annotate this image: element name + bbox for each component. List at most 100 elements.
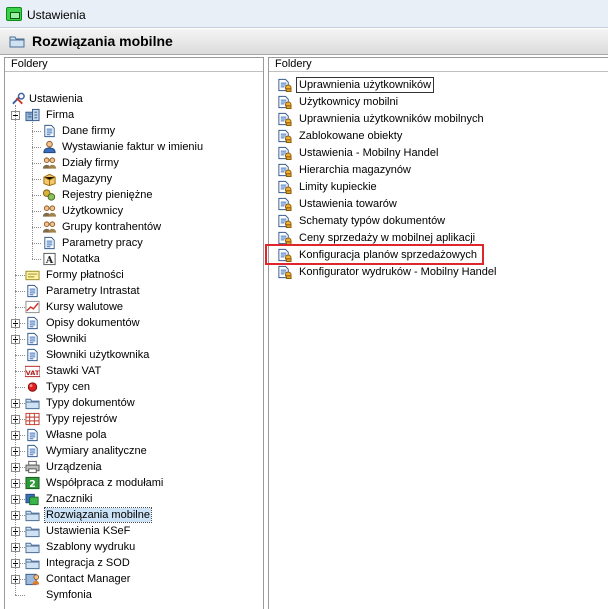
tree-item-ustawienia-ksef[interactable]: Ustawienia KSeF xyxy=(5,523,263,539)
person-icon xyxy=(42,140,57,154)
settings-doc-icon xyxy=(277,95,292,110)
tree-item-firma-child[interactable]: Użytkownicy xyxy=(5,203,263,219)
tree-item-label: Typy cen xyxy=(46,381,91,393)
tree-item-label: Opisy dokumentów xyxy=(46,317,140,329)
tree-item-integracja-z-sod[interactable]: Integracja z SOD xyxy=(5,555,263,571)
tree-item-label: Kursy walutowe xyxy=(46,301,124,313)
tree-item-firma-child[interactable]: A Notatka xyxy=(5,251,263,267)
folder-icon xyxy=(25,556,40,570)
list-item-label: Ustawienia towarów xyxy=(299,198,397,210)
document-icon xyxy=(25,316,40,330)
list-item-label: Zablokowane obiekty xyxy=(299,130,403,142)
svg-text:2: 2 xyxy=(29,479,36,490)
tree-item-label: Rejestry pieniężne xyxy=(62,189,153,201)
tree-item-stawki-vat[interactable]: VAT Stawki VAT xyxy=(5,363,263,379)
tree-item-label: Urządzenia xyxy=(46,461,102,473)
tree-item-label: Użytkownicy xyxy=(62,205,124,217)
tree-item-label: Integracja z SOD xyxy=(46,557,130,569)
tree-item-parametry-intrastat[interactable]: Parametry Intrastat xyxy=(5,283,263,299)
settings-doc-icon xyxy=(277,180,292,195)
settings-doc-icon xyxy=(277,163,292,178)
tree-item-firma-child[interactable]: Działy firmy xyxy=(5,155,263,171)
tree-item-firma-child[interactable]: Rejestry pieniężne xyxy=(5,187,263,203)
box-icon xyxy=(42,172,57,187)
folder-tree-pane[interactable]: Foldery Ustawienia Firma Dane firmy Wystawi… xyxy=(4,57,264,609)
tree-item-firma-child[interactable]: Dane firmy xyxy=(5,123,263,139)
tree-item-label: Ustawienia KSeF xyxy=(46,525,131,537)
tree-item-w-asne-pola[interactable]: Własne pola xyxy=(5,427,263,443)
tree-item-typy-rejestr-w[interactable]: Typy rejestrów xyxy=(5,411,263,427)
chart-icon xyxy=(25,300,40,314)
tree-item-label: Słowniki użytkownika xyxy=(46,349,150,361)
contact-icon xyxy=(25,572,40,586)
tree-item-firma-child[interactable]: Wystawianie faktur w imieniu xyxy=(5,139,263,155)
tree-item-s-owniki-u-ytkownika[interactable]: Słowniki użytkownika xyxy=(5,347,263,363)
document-icon xyxy=(25,444,40,458)
document-icon xyxy=(42,236,57,250)
document-icon xyxy=(25,332,40,346)
tree-item-label: Grupy kontrahentów xyxy=(62,221,162,233)
folder-list-pane[interactable]: Foldery Uprawnienia użytkowników Użytkown… xyxy=(268,57,608,609)
payment-forms-icon xyxy=(25,268,40,282)
tree-item-kursy-walutowe[interactable]: Kursy walutowe xyxy=(5,299,263,315)
tree-item-label: Formy płatności xyxy=(46,269,124,281)
tree-pane-header: Foldery xyxy=(5,58,263,72)
tree-item-label: Notatka xyxy=(62,253,100,265)
list-item-label: Schematy typów dokumentów xyxy=(299,215,446,227)
vat-icon: VAT xyxy=(24,364,41,378)
tree-item-symfonia[interactable]: Symfonia xyxy=(5,587,263,603)
settings-doc-icon xyxy=(277,146,292,161)
tree-item-firma-child[interactable]: Magazyny xyxy=(5,171,263,187)
app-icon xyxy=(6,7,22,21)
tree-item-firma[interactable]: Firma xyxy=(5,107,263,123)
tree-item-label: Magazyny xyxy=(62,173,113,185)
tree-item-znaczniki[interactable]: Znaczniki xyxy=(5,491,263,507)
tree-item-opisy-dokument-w[interactable]: Opisy dokumentów xyxy=(5,315,263,331)
svg-text:VAT: VAT xyxy=(26,369,40,377)
tree-item-label: Dane firmy xyxy=(62,125,116,137)
tree-item-wsp-praca-z-modu-ami[interactable]: 2 Współpraca z modułami xyxy=(5,475,263,491)
settings-doc-icon xyxy=(277,78,292,93)
tag-icon xyxy=(25,492,40,506)
list-item-label: Limity kupieckie xyxy=(299,181,377,193)
tree-item-label: Rozwiązania mobilne xyxy=(44,507,152,523)
list-item-label: Ceny sprzedaży w mobilnej aplikacji xyxy=(299,232,476,244)
company-icon xyxy=(25,108,40,122)
settings-doc-icon xyxy=(277,129,292,144)
tree-item-label: Współpraca z modułami xyxy=(46,477,164,489)
tree-item-label: Parametry pracy xyxy=(62,237,143,249)
money-icon xyxy=(42,188,57,202)
list-pane-header: Foldery xyxy=(269,58,608,72)
highlight-annotation xyxy=(265,244,484,265)
tree-item-firma-child[interactable]: Parametry pracy xyxy=(5,235,263,251)
tree-item-szablony-wydruku[interactable]: Szablony wydruku xyxy=(5,539,263,555)
settings-doc-icon xyxy=(277,265,292,280)
tree-item-s-owniki[interactable]: Słowniki xyxy=(5,331,263,347)
list-item-label: Użytkownicy mobilni xyxy=(299,96,399,108)
svg-text:A: A xyxy=(45,255,54,266)
tree-item-typy-cen[interactable]: Typy cen xyxy=(5,379,263,395)
settings-doc-icon xyxy=(277,112,292,127)
tree-item-rozwi-zania-mobilne[interactable]: Rozwiązania mobilne xyxy=(5,507,263,523)
list-item-label: Uprawnienia użytkowników xyxy=(295,77,435,93)
pen-doc-icon: A xyxy=(42,252,57,266)
list-item-label: Ustawienia - Mobilny Handel xyxy=(299,147,439,159)
tree-item-root[interactable]: Ustawienia xyxy=(5,91,263,107)
printer-icon xyxy=(25,460,40,474)
tree-item-label: Znaczniki xyxy=(46,493,93,505)
tree-item-urz-dzenia[interactable]: Urządzenia xyxy=(5,459,263,475)
tree-item-formy-p-atno-ci[interactable]: Formy płatności xyxy=(5,267,263,283)
tree-item-label: Parametry Intrastat xyxy=(46,285,140,297)
tree-item-contact-manager[interactable]: Contact Manager xyxy=(5,571,263,587)
panel-header: Rozwiązania mobilne xyxy=(0,29,608,55)
list-item-label: Uprawnienia użytkowników mobilnych xyxy=(299,113,484,125)
list-item-label: Hierarchia magazynów xyxy=(299,164,411,176)
tree-item-label: Typy rejestrów xyxy=(46,413,117,425)
tree-item-wymiary-analityczne[interactable]: Wymiary analityczne xyxy=(5,443,263,459)
tree-item-firma-child[interactable]: Grupy kontrahentów xyxy=(5,219,263,235)
people-icon xyxy=(42,220,57,234)
folder-icon xyxy=(25,540,40,554)
tree-item-typy-dokument-w[interactable]: Typy dokumentów xyxy=(5,395,263,411)
tree-item-label: Szablony wydruku xyxy=(46,541,136,553)
document-icon xyxy=(25,428,40,442)
